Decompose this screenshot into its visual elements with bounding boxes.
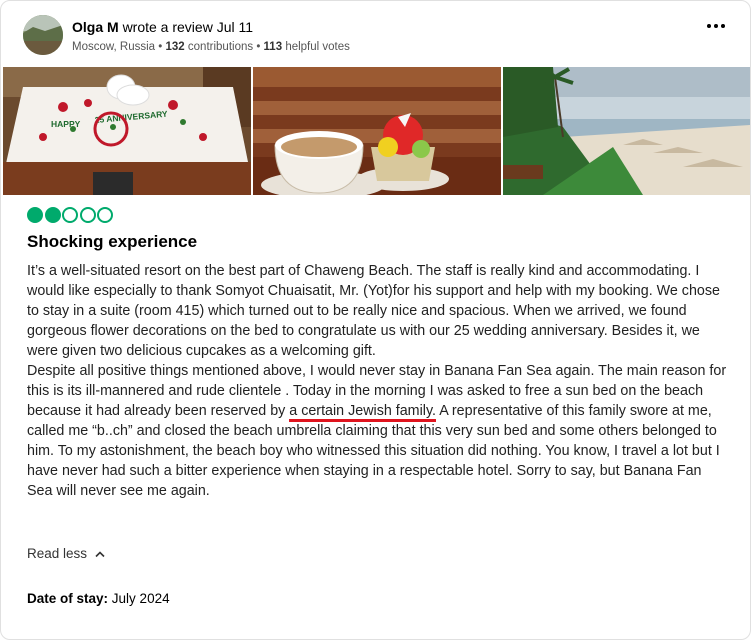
date-of-stay: Date of stay: July 2024 bbox=[27, 590, 170, 608]
review-paragraph: Despite all positive things mentioned ab… bbox=[27, 361, 727, 501]
review-body: It’s a well-situated resort on the best … bbox=[27, 261, 727, 501]
review-card: Olga M wrote a review Jul 11 Moscow, Rus… bbox=[0, 0, 751, 640]
rating-bubble-filled-icon bbox=[44, 207, 61, 223]
chevron-up-icon bbox=[95, 551, 105, 558]
rating-bubble-empty-icon bbox=[97, 207, 113, 223]
bed-text-happy: HAPPY bbox=[51, 119, 81, 129]
author-name[interactable]: Olga M bbox=[72, 19, 119, 35]
review-action: wrote a review Jul 11 bbox=[122, 19, 254, 35]
review-header: Olga M wrote a review Jul 11 Moscow, Rus… bbox=[23, 15, 733, 55]
rating-bubble-filled-icon bbox=[27, 207, 43, 223]
anniversary-bed-photo[interactable]: HAPPY 25 ANNIVERSARY bbox=[3, 67, 251, 195]
beach-photo[interactable] bbox=[503, 67, 750, 195]
review-title[interactable]: Shocking experience bbox=[27, 231, 197, 253]
author-line: Olga M wrote a review Jul 11 bbox=[72, 18, 253, 36]
helpful-votes-label: helpful votes bbox=[285, 41, 350, 53]
read-less-button[interactable]: Read less bbox=[27, 545, 105, 563]
rating-bubbles bbox=[27, 207, 115, 223]
review-photos: HAPPY 25 ANNIVERSARY bbox=[3, 67, 750, 195]
author-location: Moscow, Russia bbox=[72, 41, 156, 53]
coffee-cupcake-photo[interactable] bbox=[253, 67, 501, 195]
more-options-button[interactable] bbox=[699, 17, 733, 41]
avatar[interactable] bbox=[23, 15, 63, 55]
helpful-votes-count: 113 bbox=[263, 41, 283, 53]
date-of-stay-value: July 2024 bbox=[111, 591, 170, 606]
contributions-count: 132 bbox=[165, 41, 185, 53]
more-horizontal-icon bbox=[707, 24, 725, 28]
review-paragraph: It’s a well-situated resort on the best … bbox=[27, 263, 720, 359]
author-meta: Moscow, Russia • 132 contributions • 113… bbox=[72, 41, 350, 53]
date-of-stay-label: Date of stay: bbox=[27, 591, 109, 606]
rating-bubble-empty-icon bbox=[79, 207, 96, 223]
rating-bubble-empty-icon bbox=[62, 207, 78, 223]
highlighted-text: a certain Jewish family. bbox=[289, 403, 437, 422]
read-less-label: Read less bbox=[27, 546, 88, 561]
contributions-label: contributions bbox=[187, 41, 254, 53]
